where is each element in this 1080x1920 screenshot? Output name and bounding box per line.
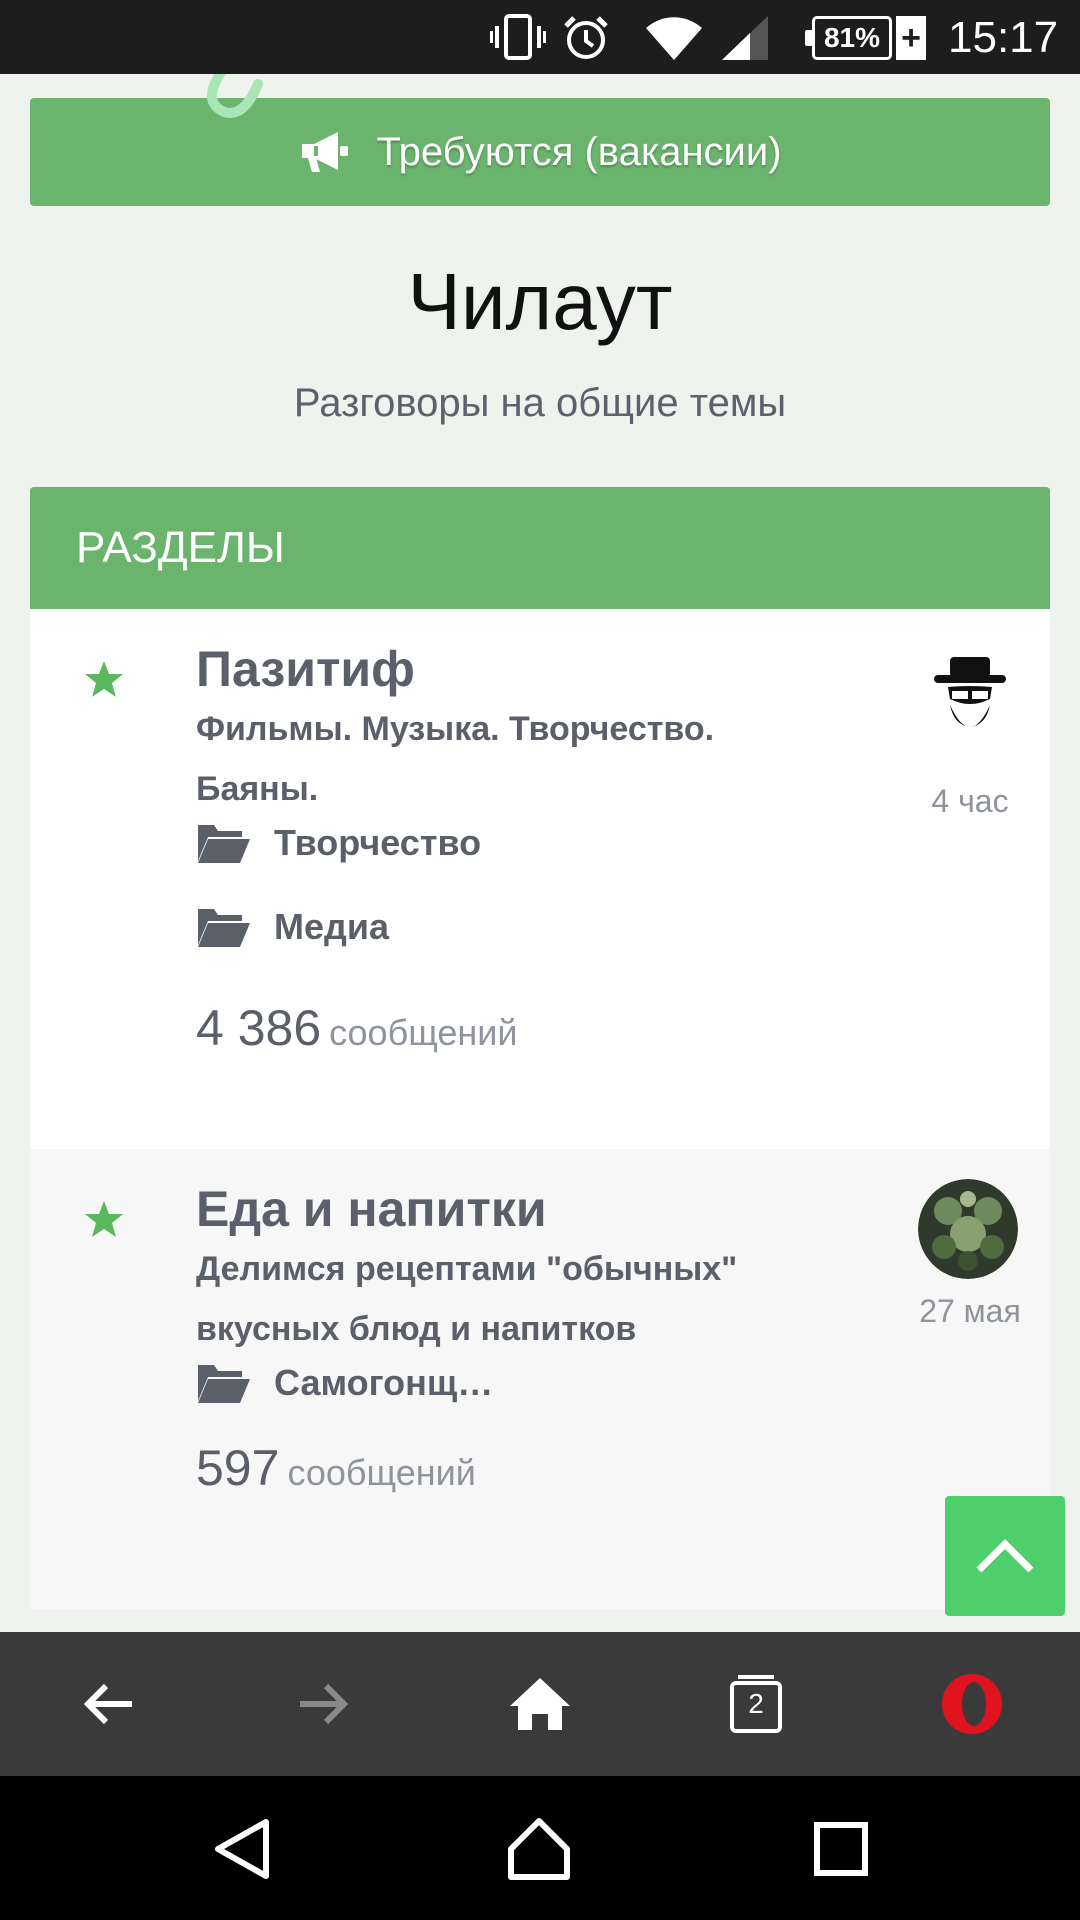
page-content: Требуются (вакансии) Чилаут Разговоры на… (0, 74, 1080, 1632)
forum-row[interactable]: Еда и напитки Делимся рецептами "обычных… (30, 1149, 1050, 1609)
subforum-link[interactable]: Творчество (196, 821, 481, 865)
nav-recents-icon[interactable] (806, 1814, 876, 1884)
folder-icon (198, 1365, 250, 1403)
forum-row[interactable]: Пазитиф Фильмы. Музыка. Творчество. Баян… (30, 609, 1050, 1149)
browser-toolbar: 2 (0, 1632, 1080, 1776)
forum-description: Делимся рецептами "обычных" вкусных блюд… (196, 1250, 738, 1348)
alarm-icon (562, 14, 610, 67)
vacancies-button[interactable]: Требуются (вакансии) (30, 98, 1050, 206)
message-count: 4 386 сообщений (196, 999, 518, 1057)
battery-icon: 81% (805, 16, 892, 60)
avatar[interactable] (920, 649, 1020, 749)
page-title: Чилаут (407, 257, 673, 346)
forum-title[interactable]: Еда и напитки (196, 1179, 547, 1239)
page-subtitle: Разговоры на общие темы (293, 381, 787, 425)
message-count-label: сообщений (329, 1012, 518, 1053)
vibrate-icon (490, 14, 546, 65)
folder-icon (198, 909, 250, 947)
subforum-label: Творчество (274, 822, 482, 863)
forward-arrow-icon[interactable] (288, 1668, 360, 1740)
subforum-link[interactable]: Медиа (196, 905, 389, 949)
avatar[interactable] (918, 1179, 1018, 1279)
chevron-up-icon (976, 1539, 1034, 1573)
forum-description: Фильмы. Музыка. Творчество. Баяны. (196, 710, 715, 808)
nav-home-icon[interactable] (504, 1814, 574, 1884)
decorative-swirl (207, 74, 263, 118)
star-icon (84, 1199, 124, 1244)
message-count-label: сообщений (287, 1452, 476, 1493)
message-count: 597 сообщений (196, 1439, 476, 1497)
subforum-link[interactable]: Самогонщ… (196, 1361, 493, 1405)
tabs-icon[interactable]: 2 (720, 1668, 792, 1740)
message-count-value: 597 (196, 1440, 280, 1496)
opera-icon[interactable] (936, 1668, 1008, 1740)
system-nav-bar (0, 1776, 1080, 1920)
signal-icon (720, 14, 770, 67)
last-post-time: 4 час (931, 783, 1009, 819)
tab-count: 2 (748, 1688, 764, 1719)
back-arrow-icon[interactable] (72, 1668, 144, 1740)
status-bar: 81% + 15:17 (0, 0, 1080, 74)
scroll-to-top-button[interactable] (945, 1496, 1065, 1616)
last-post-time: 27 мая (919, 1293, 1021, 1329)
vacancies-label: Требуются (вакансии) (376, 129, 782, 174)
wifi-icon (644, 14, 704, 67)
subforum-label: Самогонщ… (274, 1362, 494, 1403)
star-icon (84, 659, 124, 704)
nav-back-icon[interactable] (206, 1814, 276, 1884)
sections-header: РАЗДЕЛЫ (30, 487, 1050, 609)
forum-title[interactable]: Пазитиф (196, 639, 415, 699)
home-icon[interactable] (504, 1668, 576, 1740)
clock: 15:17 (948, 13, 1059, 62)
subforum-label: Медиа (274, 906, 390, 947)
battery-level: 81% (823, 22, 881, 53)
megaphone-icon (298, 130, 350, 174)
folder-icon (198, 825, 250, 863)
charging-icon: + (896, 16, 926, 60)
message-count-value: 4 386 (196, 1000, 322, 1056)
